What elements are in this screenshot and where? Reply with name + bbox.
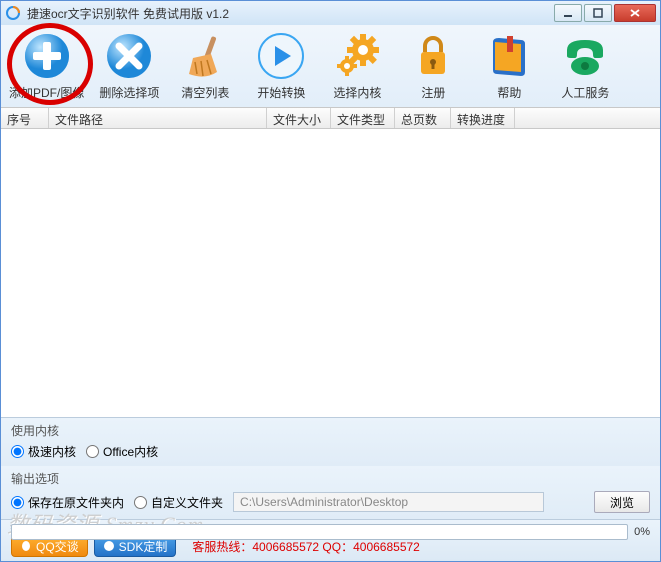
register-label: 注册 <box>421 84 445 101</box>
engine-office-radio[interactable]: Office内核 <box>86 443 158 460</box>
col-progress[interactable]: 转换进度 <box>451 108 515 128</box>
register-button[interactable]: 注册 <box>402 32 464 101</box>
browse-button[interactable]: 浏览 <box>594 491 650 513</box>
maximize-button[interactable] <box>584 4 612 22</box>
service-button[interactable]: 人工服务 <box>554 32 616 101</box>
output-path-field[interactable] <box>233 492 544 512</box>
service-label: 人工服务 <box>561 84 609 101</box>
maximize-icon <box>593 8 603 18</box>
help-button[interactable]: 帮助 <box>478 32 540 101</box>
output-custom-input[interactable] <box>134 496 147 509</box>
qq-chat-label: QQ交谈 <box>36 538 79 555</box>
phone-icon <box>561 32 609 80</box>
help-label: 帮助 <box>497 84 521 101</box>
engine-fast-label: 极速内核 <box>28 443 76 460</box>
window-buttons <box>552 4 656 22</box>
toolbar: 添加PDF/图像 删除选择项 清空列表 开始转换 选择内核 注册 帮助 <box>1 25 660 107</box>
add-file-button[interactable]: 添加PDF/图像 <box>9 32 84 101</box>
output-custom-label: 自定义文件夹 <box>151 494 223 511</box>
engine-label: 选择内核 <box>333 84 381 101</box>
engine-section-label: 使用内核 <box>11 422 650 439</box>
col-path[interactable]: 文件路径 <box>49 108 267 128</box>
minimize-button[interactable] <box>554 4 582 22</box>
remove-label: 删除选择项 <box>99 84 159 101</box>
gear-icon <box>333 32 381 80</box>
book-icon <box>485 32 533 80</box>
col-size[interactable]: 文件大小 <box>267 108 331 128</box>
remove-button[interactable]: 删除选择项 <box>98 32 160 101</box>
col-pages[interactable]: 总页数 <box>395 108 451 128</box>
lock-icon <box>409 32 457 80</box>
x-icon <box>105 32 153 80</box>
output-custom-radio[interactable]: 自定义文件夹 <box>134 494 223 511</box>
col-index[interactable]: 序号 <box>1 108 49 128</box>
engine-office-input[interactable] <box>86 445 99 458</box>
close-button[interactable] <box>614 4 656 22</box>
add-file-label: 添加PDF/图像 <box>9 84 84 101</box>
col-spacer <box>515 108 660 128</box>
engine-fast-input[interactable] <box>11 445 24 458</box>
start-label: 开始转换 <box>257 84 305 101</box>
clear-button[interactable]: 清空列表 <box>174 32 236 101</box>
start-button[interactable]: 开始转换 <box>250 32 312 101</box>
window-title: 捷速ocr文字识别软件 免费试用版 v1.2 <box>27 5 552 22</box>
output-same-radio[interactable]: 保存在原文件夹内 <box>11 494 124 511</box>
engine-fast-radio[interactable]: 极速内核 <box>11 443 76 460</box>
plus-icon <box>23 32 71 80</box>
titlebar: 捷速ocr文字识别软件 免费试用版 v1.2 <box>1 1 660 25</box>
broom-icon <box>181 32 229 80</box>
minimize-icon <box>563 8 573 18</box>
bottom-bar: 数码资源 Smzy.Com QQ交谈 SDK定制 客服热线：4006685572… <box>1 519 660 561</box>
clear-label: 清空列表 <box>181 84 229 101</box>
output-same-label: 保存在原文件夹内 <box>28 494 124 511</box>
sdk-icon <box>103 540 115 552</box>
progress-percent: 0% <box>634 526 650 538</box>
engine-panel: 使用内核 极速内核 Office内核 <box>1 418 660 466</box>
engine-office-label: Office内核 <box>103 443 158 460</box>
sdk-label: SDK定制 <box>119 538 168 555</box>
qq-icon <box>20 540 32 552</box>
output-section-label: 输出选项 <box>11 470 650 487</box>
table-header: 序号 文件路径 文件大小 文件类型 总页数 转换进度 <box>1 107 660 129</box>
app-window: 捷速ocr文字识别软件 免费试用版 v1.2 添加PDF/图像 删除选择项 清空… <box>0 0 661 562</box>
play-icon <box>257 32 305 80</box>
file-list[interactable] <box>1 129 660 418</box>
output-same-input[interactable] <box>11 496 24 509</box>
app-logo-icon <box>5 5 21 21</box>
engine-button[interactable]: 选择内核 <box>326 32 388 101</box>
output-panel: 输出选项 保存在原文件夹内 自定义文件夹 浏览 <box>1 466 660 519</box>
progress-bar <box>11 524 628 540</box>
col-type[interactable]: 文件类型 <box>331 108 395 128</box>
hotline-text: 客服热线：4006685572 QQ：4006685572 <box>192 538 419 555</box>
close-icon <box>629 8 641 18</box>
